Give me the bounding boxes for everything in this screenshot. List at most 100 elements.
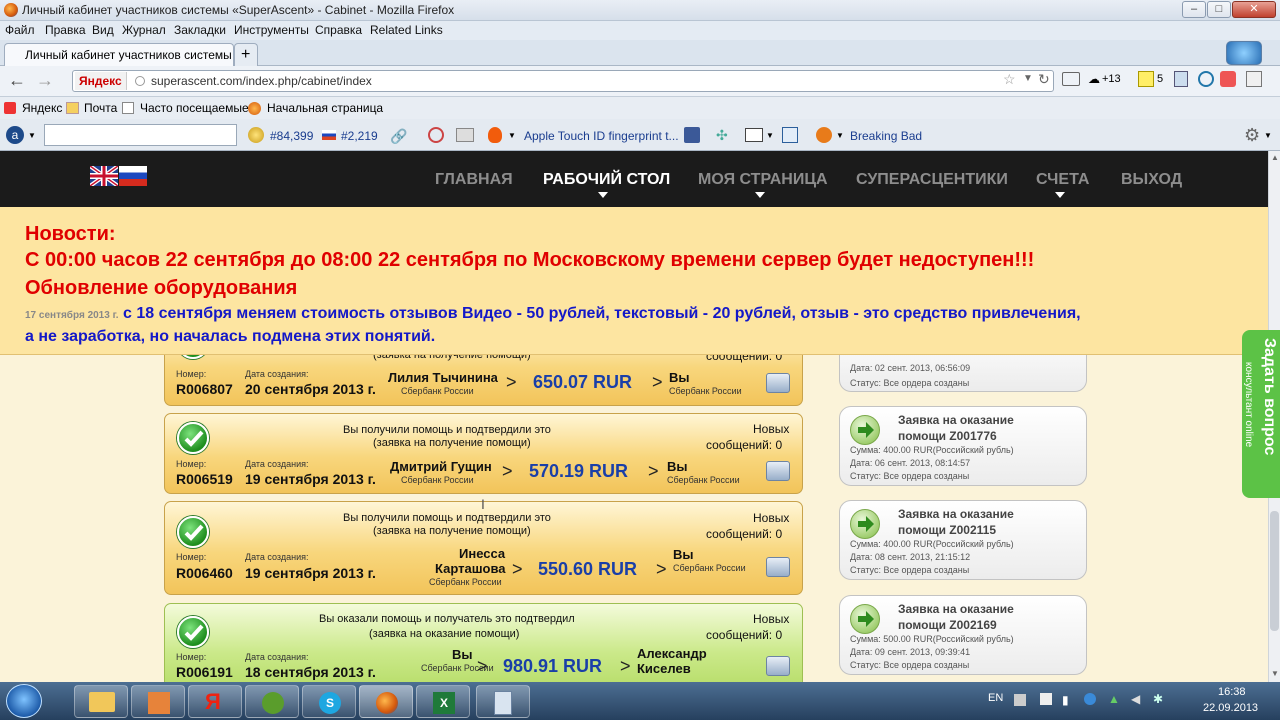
wayback-icon[interactable] [428, 127, 444, 143]
addon-icon[interactable] [1220, 71, 1236, 87]
fire-dropdown-icon[interactable]: ▼ [508, 131, 516, 140]
menu-tools[interactable]: Инструменты [234, 23, 309, 37]
mail-icon[interactable] [1062, 72, 1080, 86]
settings-gear-icon[interactable]: ⚙ [1244, 125, 1260, 146]
firefox-taskbar-button[interactable] [359, 685, 413, 718]
calculator-taskbar-button[interactable] [476, 685, 530, 718]
site-identity-icon[interactable] [135, 76, 145, 86]
request-card[interactable]: Заявка на оказание помощи Z002169 Сумма:… [839, 595, 1087, 675]
gmail-dropdown-icon[interactable]: ▼ [766, 131, 774, 140]
alexa-rank[interactable]: #84,399 [270, 129, 313, 143]
minimize-button[interactable]: – [1182, 1, 1206, 18]
paint-taskbar-button[interactable] [131, 685, 185, 718]
order-status: Вы оказали помощь и получатель это подтв… [319, 613, 575, 625]
document-icon[interactable] [782, 127, 798, 143]
url-text[interactable]: superascent.com/index.php/cabinet/index [151, 74, 372, 88]
scrollbar-thumb[interactable] [1270, 511, 1279, 631]
yandex-taskbar-button[interactable]: Я [188, 685, 242, 718]
forward-button[interactable]: → [36, 70, 54, 91]
utorrent-taskbar-button[interactable] [245, 685, 299, 718]
reload-icon[interactable]: ↻ [1038, 71, 1050, 88]
nav-logout[interactable]: ВЫХОД [1121, 171, 1182, 189]
order-card[interactable]: Вы оказали помощь и получатель это подтв… [164, 603, 803, 682]
skype-tray-icon[interactable] [1084, 693, 1096, 705]
menu-file[interactable]: Файл [5, 23, 35, 37]
network-icon[interactable]: ▮ [1062, 693, 1069, 707]
settings-dropdown-icon[interactable]: ▼ [1264, 131, 1272, 140]
russia-flag-icon[interactable] [119, 166, 147, 186]
download-icon[interactable] [1174, 71, 1188, 87]
print-icon[interactable] [766, 461, 790, 481]
bookmark-breaking-bad[interactable]: Breaking Bad [850, 129, 922, 143]
url-bar[interactable]: Яндекс superascent.com/index.php/cabinet… [72, 70, 1054, 92]
order-card[interactable]: Вы получили помощь и подтвердили это (за… [164, 501, 803, 595]
tools-icon[interactable]: ✣ [716, 127, 728, 144]
rss-icon[interactable] [816, 127, 832, 143]
explorer-taskbar-button[interactable] [74, 685, 128, 718]
maximize-button[interactable]: □ [1207, 1, 1231, 18]
facebook-icon[interactable] [684, 127, 700, 143]
flag-tray-icon[interactable] [1040, 693, 1052, 705]
alexa-rank-ru[interactable]: #2,219 [341, 129, 378, 143]
arrow-icon: > [506, 372, 517, 392]
request-card[interactable]: Заявка на оказание помощи Z001776 Сумма:… [839, 406, 1087, 486]
nav-superascentics[interactable]: СУПЕРАСЦЕНТИКИ [856, 171, 1008, 189]
yandex-site-button[interactable]: Яндекс [75, 72, 127, 90]
clock-time[interactable]: 16:38 [1218, 686, 1246, 698]
messages-icon[interactable] [1138, 71, 1154, 87]
bluetooth-icon[interactable]: ✱ [1153, 692, 1163, 706]
link-icon[interactable]: 🔗 [390, 128, 407, 145]
ask-question-tab[interactable]: Задать вопрос консультант online [1242, 330, 1280, 498]
menu-edit[interactable]: Правка [45, 23, 86, 37]
uk-flag-icon[interactable] [88, 164, 120, 188]
menu-view[interactable]: Вид [92, 23, 114, 37]
clock-date[interactable]: 22.09.2013 [1203, 702, 1258, 714]
bookmark-start-page[interactable]: Начальная страница [267, 101, 383, 115]
language-indicator[interactable]: EN [988, 692, 1003, 704]
order-card[interactable]: Вы получили помощь и подтвердили это (за… [164, 413, 803, 494]
print-icon[interactable] [766, 373, 790, 393]
menu-related-links[interactable]: Related Links [370, 23, 443, 37]
print-icon[interactable] [766, 557, 790, 577]
arrow-icon: > [656, 559, 667, 579]
menu-history[interactable]: Журнал [122, 23, 166, 37]
volume-icon[interactable]: ◀ [1131, 692, 1140, 706]
tab-active[interactable]: Личный кабинет участников системы ... [4, 43, 234, 66]
upload-tray-icon[interactable]: ▲ [1108, 692, 1120, 706]
snapshot-icon[interactable] [456, 128, 474, 142]
rss-dropdown-icon[interactable]: ▼ [836, 131, 844, 140]
dropdown-arrow-icon[interactable]: ▼ [1023, 73, 1033, 84]
excel-taskbar-button[interactable]: X [416, 685, 470, 718]
print-icon[interactable] [766, 656, 790, 676]
new-tab-button[interactable]: + [234, 43, 258, 66]
request-card[interactable]: Заявка на оказание помощи Z002115 Сумма:… [839, 500, 1087, 580]
action-center-icon[interactable] [1014, 694, 1026, 706]
tab-bar: Личный кабинет участников системы ... + [0, 40, 1280, 66]
scroll-up-icon[interactable]: ▲ [1271, 153, 1279, 162]
gmail-icon[interactable] [745, 128, 763, 142]
bookmark-apple-touch-id[interactable]: Apple Touch ID fingerprint t... [524, 129, 679, 143]
start-button[interactable] [6, 684, 42, 718]
bookmark-most-visited[interactable]: Часто посещаемые [140, 101, 249, 115]
skype-taskbar-button[interactable]: S [302, 685, 356, 718]
nav-accounts[interactable]: СЧЕТА [1036, 171, 1089, 189]
bookmark-yandex[interactable]: Яндекс [22, 101, 62, 115]
addon-search-input[interactable] [44, 124, 237, 146]
nav-my-page[interactable]: МОЯ СТРАНИЦА [698, 171, 828, 189]
nav-home[interactable]: ГЛАВНАЯ [435, 171, 513, 189]
scroll-down-icon[interactable]: ▼ [1271, 669, 1279, 678]
home-icon[interactable] [1246, 71, 1262, 87]
close-window-button[interactable]: ✕ [1232, 1, 1276, 18]
weather-icon[interactable]: ☁ [1088, 72, 1100, 86]
order-amount: 650.07 RUR [533, 372, 633, 392]
alexa-icon[interactable]: a [6, 126, 24, 144]
alexa-dropdown-icon[interactable]: ▼ [28, 131, 36, 140]
fire-icon[interactable] [488, 127, 502, 143]
nav-desktop[interactable]: РАБОЧИЙ СТОЛ [543, 171, 670, 189]
menu-bookmarks[interactable]: Закладки [174, 23, 226, 37]
bookmark-star-icon[interactable]: ☆ [1003, 71, 1016, 88]
menu-help[interactable]: Справка [315, 23, 362, 37]
back-button[interactable]: ← [8, 70, 26, 91]
sync-icon[interactable] [1198, 71, 1214, 87]
bookmark-mail[interactable]: Почта [84, 101, 117, 115]
